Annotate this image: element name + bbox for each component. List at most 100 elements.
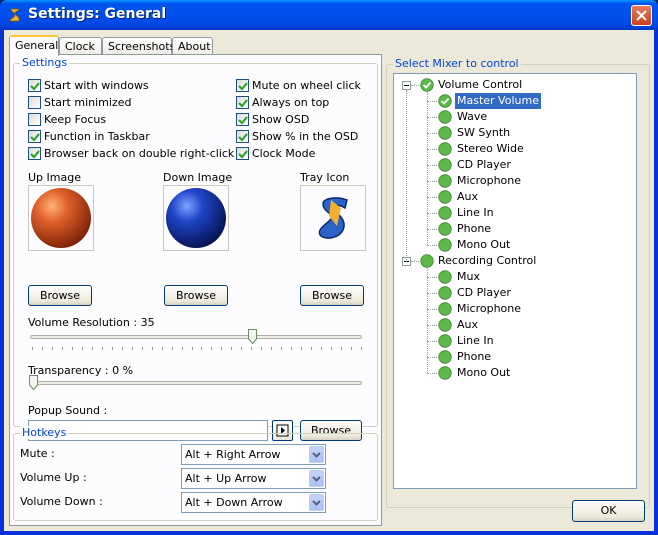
green-circle-icon — [438, 126, 452, 140]
tree-item-label: Mono Out — [457, 238, 511, 251]
checkbox-box — [236, 113, 249, 126]
tree-connector — [427, 117, 437, 118]
tree-item-label: Phone — [457, 350, 492, 363]
tree-item-label: SW Synth — [457, 126, 511, 139]
check-icon — [30, 133, 40, 142]
tree-item-label: Aux — [457, 190, 479, 203]
check-icon — [238, 116, 248, 125]
tree-item-label: Microphone — [457, 174, 522, 187]
tree-connector — [427, 341, 437, 342]
tray-icon-preview — [300, 185, 366, 251]
tree-item-label: Stereo Wide — [457, 142, 524, 155]
green-circle-icon — [438, 302, 452, 316]
mute-hotkey-select[interactable]: Alt + Right Arrow — [181, 444, 326, 465]
volume-down-hotkey-label: Volume Down : — [20, 495, 103, 508]
dropdown-arrow-icon[interactable] — [309, 494, 324, 511]
tab-screenshots[interactable]: Screenshots — [102, 37, 175, 55]
tree-expander-volume_control[interactable] — [402, 81, 411, 90]
tree-connector — [427, 91, 428, 245]
checkbox-box — [236, 96, 249, 109]
green-circle-icon — [438, 286, 452, 300]
tree-connector — [427, 197, 437, 198]
dropdown-arrow-icon[interactable] — [309, 470, 324, 487]
app-logo-icon — [9, 8, 20, 22]
tree-item-label: Aux — [457, 318, 479, 331]
tree-node-label: Volume Control — [438, 78, 523, 91]
tree-item-label: CD Player — [457, 158, 511, 171]
checkbox-box — [236, 130, 249, 143]
hotkeys-group-title: Hotkeys — [20, 426, 69, 439]
checkbox-label: Clock Mode — [252, 147, 316, 160]
mixer-group: Select Mixer to control Volume Control Ma… — [386, 57, 650, 508]
select-value: Alt + Up Arrow — [185, 472, 267, 485]
checked-green-circle-icon — [438, 94, 452, 108]
green-circle-icon — [438, 142, 452, 156]
down-image-label: Down Image — [163, 171, 233, 184]
check-icon — [238, 82, 248, 91]
checkbox-label: Show OSD — [252, 113, 310, 126]
tree-connector — [427, 149, 437, 150]
tab-general[interactable]: General — [9, 35, 59, 56]
dialog-client-area: General Clock Screenshots About Settings… — [4, 30, 654, 531]
checkbox-label: Browser back on double right-click — [44, 147, 235, 160]
green-circle-icon — [438, 350, 452, 364]
mixer-group-title: Select Mixer to control — [393, 57, 521, 70]
green-circle-icon — [438, 190, 452, 204]
tree-item-label: Line In — [457, 206, 494, 219]
tree-node-label: Recording Control — [438, 254, 537, 267]
tree-connector — [427, 133, 437, 134]
close-icon — [636, 10, 647, 21]
popup-sound-label: Popup Sound : — [28, 404, 108, 417]
close-button[interactable] — [631, 5, 652, 26]
checked-green-circle-icon — [420, 78, 434, 92]
checkbox-label: Start with windows — [44, 79, 149, 92]
checkbox-label: Start minimized — [44, 96, 132, 109]
transparency-track[interactable] — [30, 381, 362, 385]
checkbox-box — [28, 96, 41, 109]
up-image-browse-button[interactable]: Browse — [28, 285, 92, 306]
volume-resolution-label: Volume Resolution : 35 — [28, 316, 155, 329]
tree-connector — [427, 357, 437, 358]
checkbox-label: Always on top — [252, 96, 330, 109]
tree-connector — [427, 245, 437, 246]
checkbox-label: Function in Taskbar — [44, 130, 150, 143]
transparency-label: Transparency : 0 % — [28, 364, 134, 377]
transparency-thumb[interactable] — [29, 375, 38, 390]
tree-connector — [427, 293, 437, 294]
down-image-browse-button[interactable]: Browse — [164, 285, 228, 306]
volume-up-hotkey-label: Volume Up : — [20, 471, 87, 484]
general-tab-panel: Settings Start with windows Start minimi… — [9, 54, 382, 526]
tree-connector — [427, 325, 437, 326]
tray-icon-label: Tray Icon — [300, 171, 350, 184]
tray-logo-icon — [318, 197, 348, 239]
tray-icon-browse-button[interactable]: Browse — [300, 285, 364, 306]
volume-resolution-thumb[interactable] — [248, 329, 257, 344]
volume-down-hotkey-select[interactable]: Alt + Down Arrow — [181, 492, 326, 513]
tree-connector — [427, 181, 437, 182]
tree-item-label: Line In — [457, 334, 494, 347]
checkbox-label: Mute on wheel click — [252, 79, 361, 92]
check-icon — [30, 150, 40, 159]
green-circle-icon — [438, 206, 452, 220]
tree-connector — [427, 277, 437, 278]
dropdown-arrow-icon[interactable] — [309, 446, 324, 463]
volume-resolution-track[interactable] — [30, 335, 362, 339]
tree-item-label: Wave — [457, 110, 488, 123]
green-circle-icon — [438, 158, 452, 172]
check-icon — [238, 99, 248, 108]
checkbox-box — [28, 147, 41, 160]
tree-item-label: Microphone — [457, 302, 522, 315]
mixer-tree[interactable]: Volume Control Master Volume Wave SW Synth S… — [393, 73, 637, 489]
ok-button[interactable]: OK — [572, 500, 645, 522]
tree-connector — [427, 267, 428, 373]
volume-resolution-ticks — [32, 347, 362, 350]
tab-clock[interactable]: Clock — [59, 37, 102, 55]
title-bar[interactable]: Settings: General — [0, 0, 658, 30]
select-value: Alt + Down Arrow — [185, 496, 283, 509]
volume-up-hotkey-select[interactable]: Alt + Up Arrow — [181, 468, 326, 489]
checkbox-label: Keep Focus — [44, 113, 107, 126]
checkbox-box — [28, 79, 41, 92]
checkbox-box — [28, 113, 41, 126]
tab-about[interactable]: About — [172, 37, 213, 55]
tree-connector — [406, 90, 407, 262]
